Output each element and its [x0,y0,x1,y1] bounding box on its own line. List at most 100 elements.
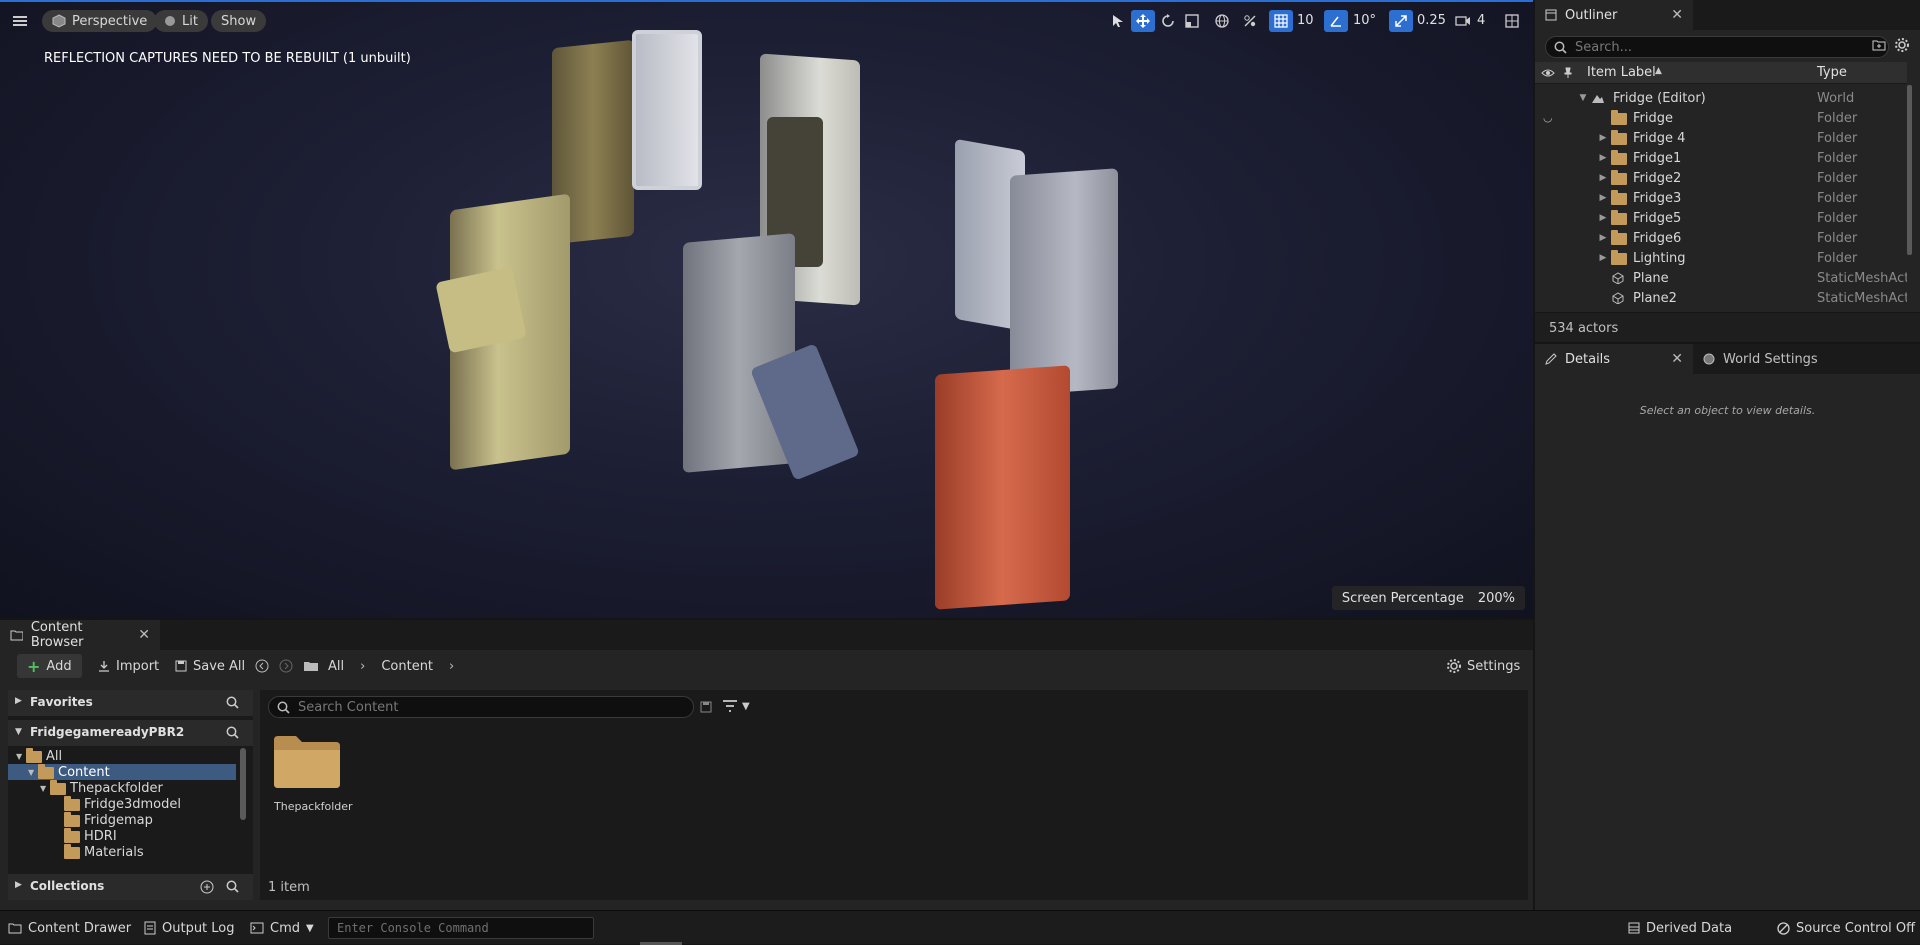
tree-item[interactable]: ▼ Content [8,764,236,780]
folder-icon [64,844,80,859]
chevron-right-icon[interactable]: › [360,659,365,674]
collections-header[interactable]: ▶ Collections [8,874,253,900]
console-command-input[interactable]: Enter Console Command [328,917,594,939]
outliner-row-type: World [1817,90,1855,106]
tree-item[interactable]: HDRI [8,828,236,844]
outliner-row[interactable]: ▼ Fridge (Editor) World [1535,88,1907,108]
close-icon[interactable]: ✕ [138,627,150,643]
project-header[interactable]: ▼ FridgegamereadyPBR2 [8,720,253,746]
lit-button[interactable]: Lit [154,10,208,32]
collapsed-triangle-icon[interactable]: ▶ [1597,213,1609,223]
settings-button[interactable]: Settings [1447,654,1520,678]
outliner-row[interactable]: ▶ Lighting Folder [1535,248,1907,268]
grid-snap-value[interactable]: 10 [1297,13,1314,28]
outliner-row[interactable]: ▶ Fridge5 Folder [1535,208,1907,228]
select-mode-button[interactable] [1106,10,1130,32]
column-item-label[interactable]: Item Label [1587,65,1656,80]
history-back-button[interactable] [255,654,269,678]
collapsed-triangle-icon[interactable]: ▶ [1597,253,1609,263]
tree-item[interactable]: ▼ All [8,748,236,764]
collapsed-triangle-icon[interactable]: ▶ [1597,153,1609,163]
tab-outliner[interactable]: Outliner ✕ [1535,0,1693,30]
camera-speed-button[interactable] [1451,10,1475,32]
outliner-row[interactable]: Plane2 StaticMeshActor [1535,288,1907,308]
rotation-snap-button[interactable] [1324,10,1348,32]
close-icon[interactable]: ✕ [1671,351,1683,367]
scale-snap-value[interactable]: 0.25 [1417,13,1446,28]
search-icon[interactable] [226,696,240,710]
viewport-menu-button[interactable] [8,10,32,32]
cmd-dropdown[interactable]: Cmd ▼ [250,911,314,945]
save-search-icon[interactable] [700,701,712,713]
camera-speed-value[interactable]: 4 [1477,13,1485,28]
import-button[interactable]: Import [98,654,159,678]
world-space-button[interactable] [1210,10,1234,32]
tree-scrollbar[interactable] [240,748,246,820]
level-viewport[interactable]: Perspective Lit Show 10 10° 0.25 4 REFLE… [0,0,1533,618]
breadcrumb-content[interactable]: Content [381,659,433,674]
rotate-mode-button[interactable] [1156,10,1180,32]
scale-snap-button[interactable] [1389,10,1413,32]
tree-item[interactable]: ▼ Thepackfolder [8,780,236,796]
outliner-row[interactable]: ▶ Fridge3 Folder [1535,188,1907,208]
outliner-row[interactable]: ▶ Fridge 4 Folder [1535,128,1907,148]
tree-item-label: All [46,748,63,764]
collapsed-triangle-icon[interactable]: ▶ [1597,173,1609,183]
add-button[interactable]: + Add [17,654,82,678]
outliner-row[interactable]: ▶ Fridge6 Folder [1535,228,1907,248]
translate-mode-button[interactable] [1131,10,1155,32]
collapsed-triangle-icon[interactable]: ▶ [1597,233,1609,243]
outliner-scrollbar[interactable] [1907,85,1912,255]
outliner-settings-button[interactable] [1895,38,1909,52]
add-folder-button[interactable] [1872,39,1886,51]
camera-icon [1455,16,1470,26]
collapsed-triangle-icon[interactable]: ▶ [1597,193,1609,203]
surface-snap-button[interactable] [1238,10,1262,32]
content-search-input[interactable]: Search Content [268,696,694,718]
scale-mode-button[interactable] [1180,10,1204,32]
expanded-triangle-icon[interactable]: ▼ [1577,93,1589,103]
output-log-button[interactable]: Output Log [144,911,235,945]
browse-folders-button[interactable] [303,654,319,678]
favorites-header[interactable]: ▶ Favorites [8,690,253,716]
rotation-snap-value[interactable]: 10° [1353,13,1376,28]
outliner-row[interactable]: ▶ Fridge2 Folder [1535,168,1907,188]
hidden-eye-icon[interactable]: ◡ [1543,111,1553,124]
perspective-button[interactable]: Perspective [42,10,158,32]
show-button[interactable]: Show [211,10,267,32]
close-icon[interactable]: ✕ [1671,7,1683,23]
source-control-button[interactable]: Source Control Off [1777,911,1915,945]
filter-button[interactable]: ▼ [722,699,750,713]
tab-details[interactable]: Details ✕ [1535,344,1693,374]
column-type[interactable]: Type [1817,65,1847,80]
tab-content-browser[interactable]: Content Browser ✕ [0,620,160,650]
derived-data-button[interactable]: Derived Data [1628,911,1732,945]
search-icon[interactable] [226,726,240,740]
history-forward-button[interactable] [279,654,293,678]
breadcrumb-all[interactable]: All [328,659,344,674]
tree-item[interactable]: Fridge3dmodel [8,796,236,812]
expanded-triangle-icon[interactable]: ▼ [16,752,22,761]
outliner-row[interactable]: Plane StaticMeshActor [1535,268,1907,288]
import-icon [99,661,109,672]
tab-world-settings[interactable]: World Settings [1693,344,1843,374]
asset-tile[interactable]: Thepackfolder [270,734,353,834]
expanded-triangle-icon: ▼ [15,727,22,737]
save-all-button[interactable]: Save All [175,654,245,678]
expanded-triangle-icon[interactable]: ▼ [28,768,34,777]
viewport-layout-button[interactable] [1500,10,1524,32]
tree-item[interactable]: Fridgemap [8,812,236,828]
grid-snap-button[interactable] [1269,10,1293,32]
chevron-right-icon[interactable]: › [449,659,454,674]
content-drawer-button[interactable]: Content Drawer [8,911,131,945]
expanded-triangle-icon[interactable]: ▼ [40,784,46,793]
add-circle-icon[interactable] [200,880,214,894]
tree-item[interactable]: Materials [8,844,236,860]
outliner-search-input[interactable]: Search... [1545,36,1889,58]
content-browser-tabbar: Content Browser ✕ [0,620,1533,650]
collapsed-triangle-icon[interactable]: ▶ [1597,133,1609,143]
outliner-row[interactable]: ▶ Fridge1 Folder [1535,148,1907,168]
outliner-row[interactable]: Fridge Folder ◡ [1535,108,1907,128]
derived-data-icon [1628,922,1640,934]
search-icon[interactable] [226,880,240,894]
